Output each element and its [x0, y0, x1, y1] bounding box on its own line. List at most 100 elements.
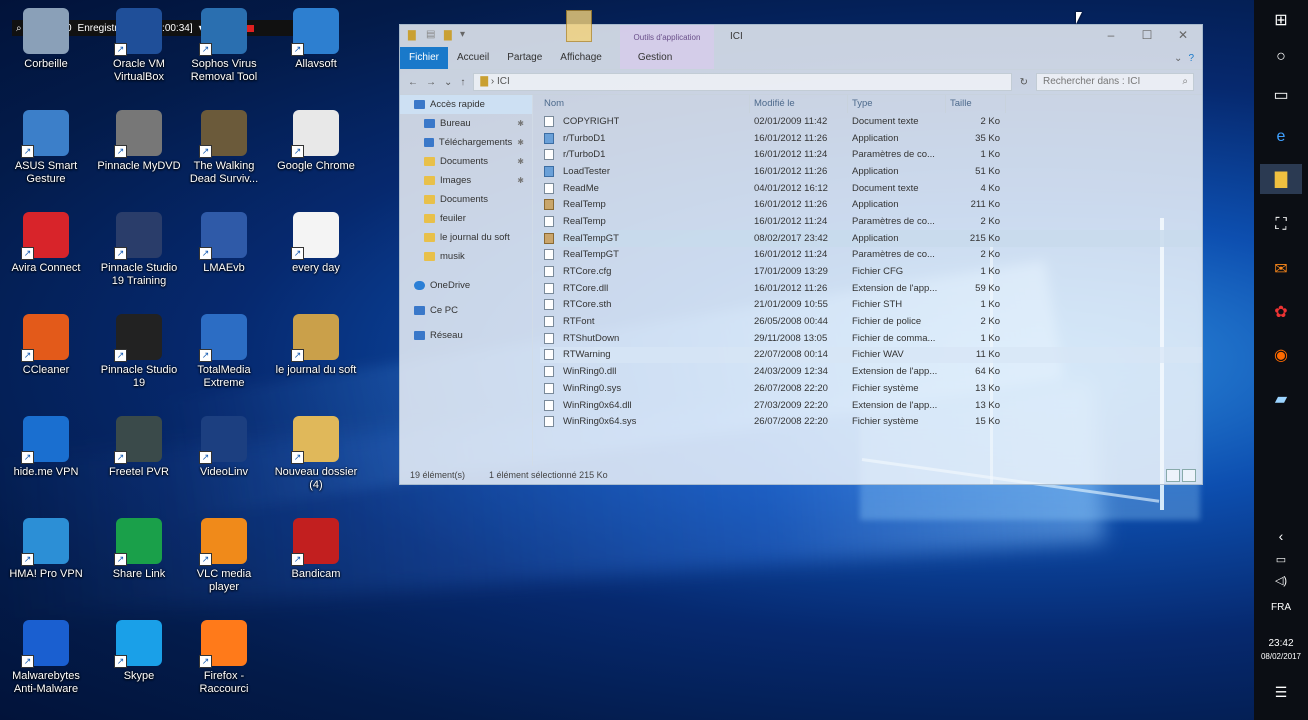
battery-icon[interactable]: ▭ — [1254, 553, 1308, 566]
desktop-icon-walking-dead[interactable]: ↗ The Walking Dead Surviv... — [182, 110, 266, 186]
nav-item[interactable]: Documents ✱ — [400, 152, 532, 171]
desktop-icon-bandicam[interactable]: ↗ Bandicam — [274, 518, 358, 581]
column-size[interactable]: Taille — [946, 95, 1006, 113]
desktop-icon-nouveau-dossier[interactable]: ↗ Nouveau dossier (4) — [274, 416, 358, 492]
desktop-icon-skype[interactable]: ↗ Skype — [97, 620, 181, 683]
desktop-icon-ccleaner[interactable]: ↗ CCleaner — [4, 314, 88, 377]
file-row[interactable]: WinRing0x64.sys 26/07/2008 22:20 Fichier s… — [540, 413, 1202, 430]
desktop-icon-videolinv[interactable]: ↗ VideoLinv — [182, 416, 266, 479]
nav-item[interactable]: le journal du soft — [400, 228, 532, 247]
file-row[interactable]: RTCore.sth 21/01/2009 10:55 Fichier STH 1 K… — [540, 297, 1202, 314]
large-icons-view-icon[interactable] — [1182, 469, 1196, 482]
file-row[interactable]: WinRing0.dll 24/03/2009 12:34 Extension de… — [540, 363, 1202, 380]
back-arrow-icon[interactable]: ← — [408, 77, 418, 88]
volume-icon[interactable]: ◁) — [1254, 574, 1308, 587]
nav-item[interactable]: Réseau — [400, 326, 532, 345]
tab-gestion[interactable]: Gestion — [629, 47, 681, 69]
file-row[interactable]: RTCore.dll 16/01/2012 11:26 Extension de l… — [540, 280, 1202, 297]
desktop-icon-freetel-pvr[interactable]: ↗ Freetel PVR — [97, 416, 181, 479]
file-explorer-icon[interactable]: ▇ — [1260, 164, 1302, 194]
nav-item[interactable]: musik — [400, 247, 532, 266]
desktop-icon-lmaevb[interactable]: ↗ LMAEvb — [182, 212, 266, 275]
desktop-icon-allavsoft[interactable]: ↗ Allavsoft — [274, 8, 358, 71]
nav-item[interactable]: Documents — [400, 190, 532, 209]
start-button[interactable]: ⊞ — [1266, 5, 1296, 35]
file-row[interactable]: r/TurboD1 16/01/2012 11:24 Paramètres de c… — [540, 146, 1202, 163]
properties-icon[interactable]: ▤ — [426, 29, 435, 40]
column-date[interactable]: Modifié le — [750, 95, 848, 113]
file-row[interactable]: RTCore.cfg 17/01/2009 13:29 Fichier CFG 1 K… — [540, 263, 1202, 280]
cortana-icon[interactable]: ○ — [1266, 42, 1296, 72]
quick-access-dropdown-icon[interactable]: ▾ — [460, 29, 465, 40]
desktop-icon-firefox[interactable]: ↗ Firefox - Raccourci — [182, 620, 266, 696]
nav-item[interactable]: OneDrive — [400, 276, 532, 295]
file-row[interactable]: r/TurboD1 16/01/2012 11:26 Application 35 K… — [540, 130, 1202, 147]
search-icon[interactable]: ⌕ — [1182, 74, 1188, 90]
address-bar[interactable]: ▇ › ICI — [473, 73, 1012, 91]
desktop-icon-asus-smart-gesture[interactable]: ↗ ASUS Smart Gesture — [4, 110, 88, 186]
nav-item[interactable]: Accès rapide — [400, 95, 532, 114]
desktop-icon-hma-vpn[interactable]: ↗ HMA! Pro VPN — [4, 518, 88, 581]
desktop-icon-sophos[interactable]: ↗ Sophos Virus Removal Tool — [182, 8, 266, 84]
task-view-icon[interactable]: ▭ — [1266, 80, 1296, 110]
mail-icon[interactable]: ✉ — [1266, 254, 1296, 284]
pinnacle-icon[interactable]: ✿ — [1266, 297, 1296, 327]
details-view-icon[interactable] — [1166, 469, 1180, 482]
desktop-icon-totalmedia[interactable]: ↗ TotalMedia Extreme — [182, 314, 266, 390]
minimize-button[interactable]: – — [1096, 28, 1126, 42]
up-arrow-icon[interactable]: ↑ — [460, 77, 465, 88]
tab-partage[interactable]: Partage — [498, 47, 551, 69]
file-row[interactable]: RealTempGT 08/02/2017 23:42 Application 215… — [540, 229, 1202, 247]
maximize-button[interactable]: ☐ — [1132, 28, 1162, 42]
nav-item[interactable]: feuiler — [400, 209, 532, 228]
file-row[interactable]: RTFont 26/05/2008 00:44 Fichier de police 2… — [540, 313, 1202, 330]
edge-icon[interactable]: e — [1266, 122, 1296, 152]
column-name[interactable]: Nom — [540, 95, 750, 113]
tab-affichage[interactable]: Affichage — [551, 47, 611, 69]
desktop-icon-pinnacle-training[interactable]: ↗ Pinnacle Studio 19 Training — [97, 212, 181, 288]
file-row[interactable]: WinRing0x64.dll 27/03/2009 22:20 Extension… — [540, 397, 1202, 414]
firefox-icon[interactable]: ◉ — [1266, 340, 1296, 370]
desktop-icon-pinnacle-mydvd[interactable]: ↗ Pinnacle MyDVD — [97, 110, 181, 173]
close-button[interactable]: ✕ — [1168, 28, 1198, 42]
file-row[interactable]: WinRing0.sys 26/07/2008 22:20 Fichier syst… — [540, 380, 1202, 397]
chevron-down-icon[interactable]: ⌄ — [444, 77, 452, 88]
navigation-pane[interactable]: Accès rapide Bureau ✱ Téléchargements ✱ Docum… — [400, 95, 533, 466]
chevron-down-icon[interactable]: ⌄ — [1174, 53, 1182, 64]
column-type[interactable]: Type — [848, 95, 946, 113]
desktop-icon-avira-connect[interactable]: ↗ Avira Connect — [4, 212, 88, 275]
desktop-icon-every-day[interactable]: ↗ every day — [274, 212, 358, 275]
desktop-icon-journal-du-soft[interactable]: ↗ le journal du soft — [274, 314, 358, 377]
desktop-icon-recycle-bin[interactable]: Corbeille — [4, 8, 88, 71]
tab-accueil[interactable]: Accueil — [448, 47, 498, 69]
file-row[interactable]: ReadMe 04/01/2012 16:12 Document texte 4 Ko — [540, 180, 1202, 197]
chevron-left-icon[interactable]: ‹ — [1254, 528, 1308, 544]
nav-item[interactable]: Bureau ✱ — [400, 114, 532, 133]
forward-arrow-icon[interactable]: → — [426, 77, 436, 88]
search-input[interactable]: Rechercher dans : ICI ⌕ — [1036, 73, 1194, 91]
refresh-icon[interactable]: ↻ — [1020, 77, 1028, 88]
desktop-icon-virtualbox[interactable]: ↗ Oracle VM VirtualBox — [97, 8, 181, 84]
notepad-icon[interactable]: ▰ — [1266, 384, 1296, 414]
store-icon[interactable]: ⛶ — [1266, 210, 1296, 240]
file-explorer-window[interactable]: ▇ ▤ ▇ ▾ Outils d'application ICI – ☐ ✕ F… — [399, 24, 1203, 485]
file-row[interactable]: RealTemp 16/01/2012 11:24 Paramètres de co… — [540, 213, 1202, 230]
file-row[interactable]: RTWarning 22/07/2008 00:14 Fichier WAV 11 K… — [540, 346, 1202, 364]
new-folder-icon[interactable]: ▇ — [444, 30, 452, 41]
clock-date[interactable]: 08/02/2017 — [1254, 652, 1308, 661]
help-icon[interactable]: ? — [1188, 53, 1194, 64]
desktop-icon-pinnacle-studio[interactable]: ↗ Pinnacle Studio 19 — [97, 314, 181, 390]
file-row[interactable]: LoadTester 16/01/2012 11:26 Application 51 … — [540, 163, 1202, 180]
tab-fichier[interactable]: Fichier — [400, 47, 449, 69]
file-row[interactable]: RTShutDown 29/11/2008 13:05 Fichier de com… — [540, 330, 1202, 347]
file-list[interactable]: Nom Modifié le Type Taille COPYRIGHT 02/0… — [540, 95, 1202, 466]
desktop-icon-share-link[interactable]: ↗ Share Link — [97, 518, 181, 581]
nav-item[interactable]: Images ✱ — [400, 171, 532, 190]
file-row[interactable]: RealTempGT 16/01/2012 11:24 Paramètres de … — [540, 247, 1202, 264]
file-row[interactable]: COPYRIGHT 02/01/2009 11:42 Document texte 2… — [540, 113, 1202, 130]
desktop-icon-malwarebytes[interactable]: ↗ Malwarebytes Anti-Malware — [4, 620, 88, 696]
title-bar[interactable]: ▇ ▤ ▇ ▾ Outils d'application ICI – ☐ ✕ — [400, 25, 1202, 69]
clock-time[interactable]: 23:42 — [1254, 638, 1308, 649]
nav-item[interactable]: Ce PC — [400, 301, 532, 320]
desktop-icon-google-chrome[interactable]: ↗ Google Chrome — [274, 110, 358, 173]
